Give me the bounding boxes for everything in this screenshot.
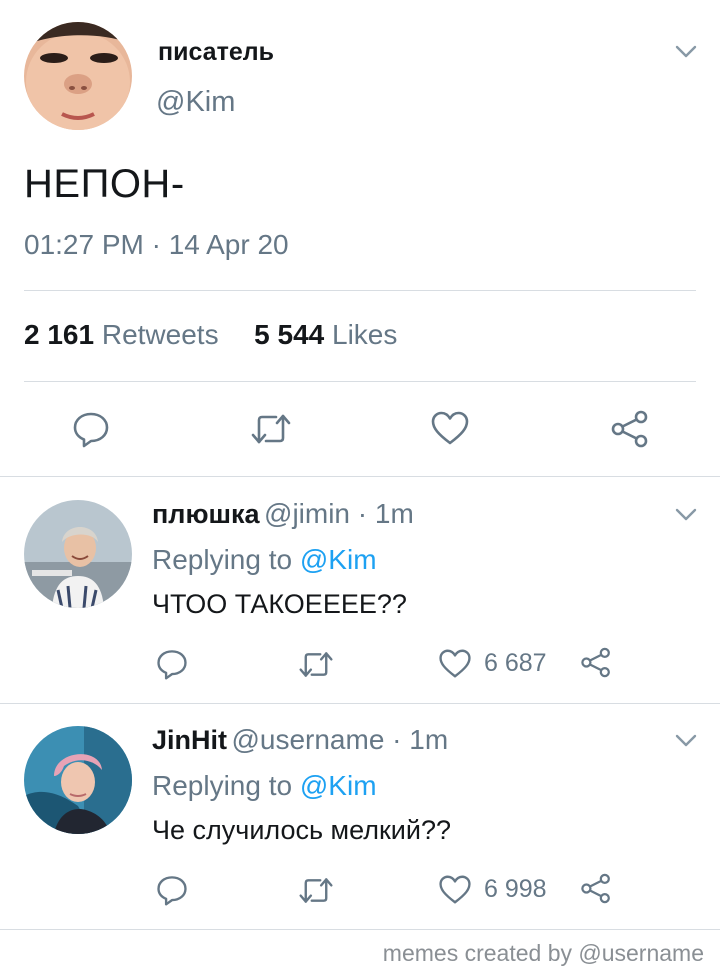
replying-mention[interactable]: @Kim bbox=[300, 770, 377, 801]
like-count: 6 687 bbox=[484, 649, 547, 677]
reply-header: JinHit @username · 1m bbox=[152, 724, 448, 756]
share-icon bbox=[581, 647, 610, 678]
share-icon bbox=[581, 873, 610, 904]
divider bbox=[24, 381, 696, 382]
like-button[interactable] bbox=[430, 410, 470, 446]
like-icon bbox=[439, 875, 471, 904]
reply-meta[interactable]: @jimin · 1m bbox=[264, 498, 414, 529]
chevron-down-icon[interactable] bbox=[675, 734, 697, 748]
tweet-stats: 2 161 Retweets 5 544 Likes bbox=[24, 319, 397, 351]
chevron-down-icon[interactable] bbox=[675, 45, 697, 59]
share-button[interactable] bbox=[610, 410, 650, 448]
reply-text: Че случилось мелкий?? bbox=[152, 815, 452, 845]
main-author-handle[interactable]: @Kim bbox=[156, 86, 235, 119]
likes-label[interactable]: Likes bbox=[332, 319, 397, 350]
divider bbox=[0, 929, 720, 930]
main-avatar[interactable] bbox=[24, 22, 132, 130]
reply-icon bbox=[157, 876, 187, 906]
retweet-button[interactable] bbox=[298, 876, 334, 905]
like-icon bbox=[431, 411, 469, 445]
retweets-count[interactable]: 2 161 bbox=[24, 319, 94, 350]
main-author-name[interactable]: писатель bbox=[158, 38, 274, 67]
reply-button[interactable] bbox=[156, 648, 188, 680]
retweet-icon bbox=[299, 652, 333, 677]
retweets-label[interactable]: Retweets bbox=[102, 319, 219, 350]
reply-button[interactable] bbox=[72, 410, 110, 448]
replying-prefix: Replying to bbox=[152, 544, 293, 575]
reply-author-name[interactable]: плюшка bbox=[152, 499, 260, 529]
share-button[interactable] bbox=[580, 647, 612, 678]
reply-avatar[interactable] bbox=[24, 500, 132, 608]
reply-avatar[interactable] bbox=[24, 726, 132, 834]
divider bbox=[0, 703, 720, 704]
replying-prefix: Replying to bbox=[152, 770, 293, 801]
replying-to: Replying to @Kim bbox=[152, 544, 377, 576]
tweet-text: НЕПОН- bbox=[24, 162, 185, 206]
likes-count[interactable]: 5 544 bbox=[254, 319, 324, 350]
reply-icon bbox=[73, 412, 109, 448]
replying-mention[interactable]: @Kim bbox=[300, 544, 377, 575]
replying-to: Replying to @Kim bbox=[152, 770, 377, 802]
reply-icon bbox=[157, 650, 187, 680]
share-icon bbox=[611, 410, 648, 448]
like-button[interactable]: 6 687 bbox=[438, 648, 547, 679]
retweet-icon bbox=[299, 878, 333, 903]
retweet-button[interactable] bbox=[298, 650, 334, 679]
like-count: 6 998 bbox=[484, 875, 547, 903]
chevron-down-icon[interactable] bbox=[675, 508, 697, 522]
divider bbox=[0, 476, 720, 477]
reply-button[interactable] bbox=[156, 874, 188, 906]
reply-header: плюшка @jimin · 1m bbox=[152, 498, 414, 530]
share-button[interactable] bbox=[580, 873, 612, 904]
tweet-timestamp[interactable]: 01:27 PM · 14 Apr 20 bbox=[24, 229, 289, 261]
divider bbox=[24, 290, 696, 291]
like-button[interactable]: 6 998 bbox=[438, 874, 547, 905]
retweet-icon bbox=[251, 414, 291, 444]
like-icon bbox=[439, 649, 471, 678]
reply-meta[interactable]: @username · 1m bbox=[231, 724, 448, 755]
reply-author-name[interactable]: JinHit bbox=[152, 725, 227, 755]
reply-text: ЧТОО ТАКОЕЕЕЕ?? bbox=[152, 589, 407, 619]
footer-watermark: memes created by @username bbox=[382, 940, 704, 966]
retweet-button[interactable] bbox=[250, 412, 292, 446]
